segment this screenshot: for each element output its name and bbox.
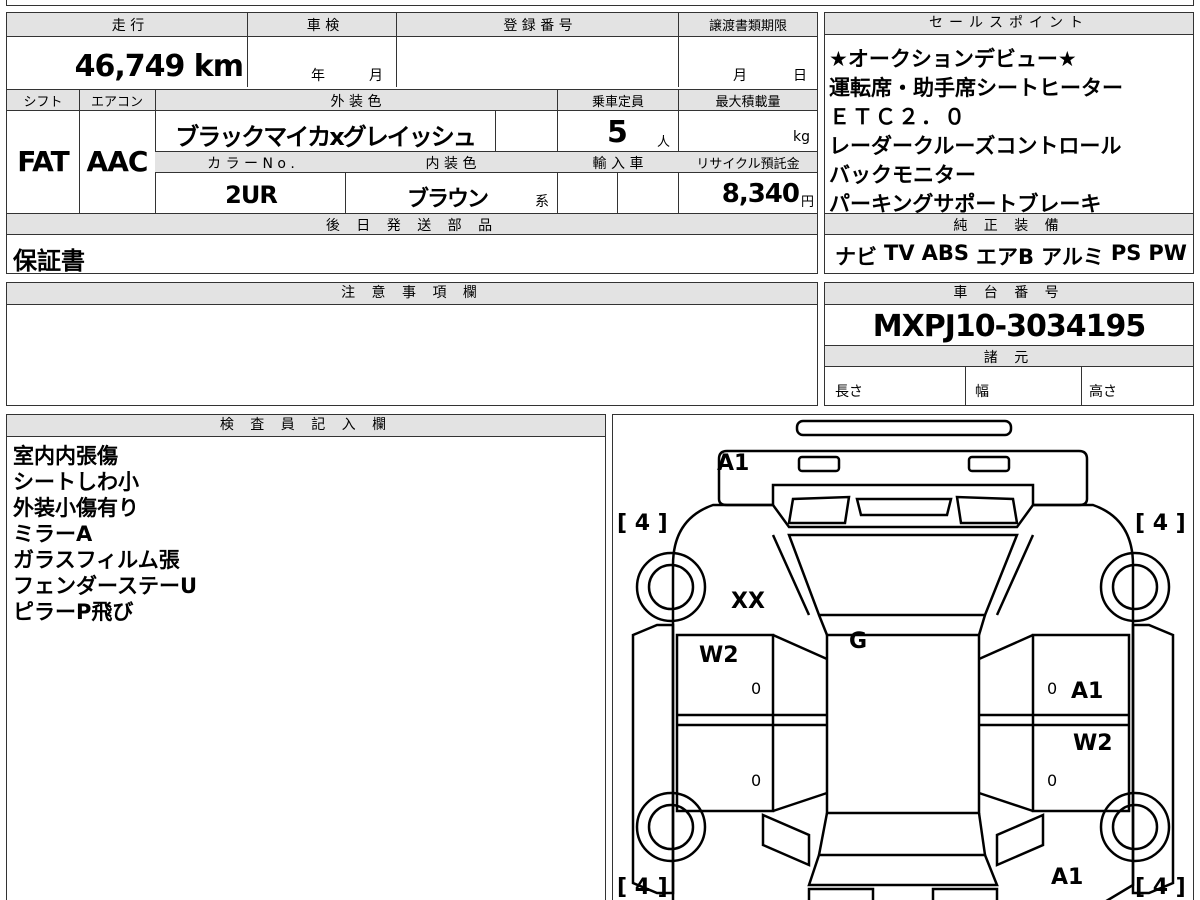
damage-mark-zero: 0	[1047, 771, 1058, 790]
max-load-unit: kg	[793, 129, 810, 145]
tire-mark-front-left: [ 4 ]	[617, 511, 668, 536]
later-parts-label: 後 日 発 送 部 品	[325, 218, 499, 234]
mileage-label: 走 行	[111, 18, 145, 34]
sales-points-label: セールスポイント	[825, 13, 1193, 35]
later-parts-value: 保証書	[13, 247, 85, 275]
damage-mark-bottom-a1: A1	[1051, 865, 1084, 890]
damage-mark-zero: 0	[1047, 679, 1058, 698]
inspector-notes: 室内内張傷 シートしわ小 外装小傷有り ミラーA ガラスフィルム張 フェンダース…	[13, 443, 197, 625]
recycle-label: リサイクル預託金	[696, 157, 800, 172]
chassis-number: MXPJ10-3034195	[872, 309, 1146, 344]
capacity-label: 乗車定員	[591, 95, 644, 110]
width-label: 幅	[975, 384, 989, 400]
transfer-deadline-label: 譲渡書類期限	[708, 19, 787, 34]
damage-mark-left-w2: W2	[699, 643, 739, 668]
color-no-value: 2UR	[225, 181, 278, 209]
specs-label: 諸 元	[983, 350, 1035, 366]
inspection-year: 年	[311, 68, 325, 84]
notes-panel: 注 意 事 項 欄	[6, 282, 818, 406]
equipment-item: エアB	[976, 245, 1035, 269]
equipment-list: ナビ TV ABS エアB アルミ PS PW	[835, 241, 1187, 271]
inspector-label: 検 査 員 記 入 欄	[7, 415, 605, 437]
inspector-panel: 検 査 員 記 入 欄 室内内張傷 シートしわ小 外装小傷有り ミラーA ガラス…	[6, 414, 606, 900]
damage-mark-right-w2: W2	[1073, 731, 1113, 756]
height-label: 高さ	[1089, 384, 1117, 400]
capacity-unit: 人	[657, 135, 671, 150]
sales-point-item: バックモニター	[829, 163, 976, 187]
damage-mark-zero: 0	[751, 679, 762, 698]
vehicle-info-panel: 走 行 車 検 登 録 番 号 譲渡書類期限 46,749 km 年 月 月 日…	[6, 12, 818, 275]
max-load-label: 最大積載量	[715, 95, 781, 110]
inspector-line: フェンダーステーU	[13, 574, 198, 598]
tire-mark-rear-left: [ 4 ]	[617, 875, 668, 900]
inspection-label: 車 検	[306, 18, 340, 34]
inspector-line: ガラスフィルム張	[13, 548, 180, 572]
import-label: 輸 入 車	[592, 156, 644, 172]
exterior-color-label: 外 装 色	[330, 94, 382, 110]
tire-mark-front-right: [ 4 ]	[1135, 511, 1186, 536]
equipment-item: PW	[1148, 241, 1187, 265]
sales-point-item: 運転席・助手席シートヒーター	[829, 76, 1123, 100]
inspector-line: 室内内張傷	[13, 444, 118, 468]
sales-points-list: ★オークションデビュー★ 運転席・助手席シートヒーター ＥＴＣ２．０ レーダーク…	[829, 45, 1191, 219]
sales-points-panel: セールスポイント ★オークションデビュー★ 運転席・助手席シートヒーター ＥＴＣ…	[824, 12, 1194, 274]
inspector-line: ミラーA	[13, 522, 93, 546]
recycle-unit: 円	[801, 195, 815, 210]
equipment-item: アルミ	[1041, 245, 1104, 269]
interior-color-suffix: 系	[535, 194, 549, 210]
aircon-value: AAC	[86, 145, 149, 178]
transfer-month: 月	[733, 68, 747, 84]
inspector-line: シートしわ小	[13, 470, 139, 494]
equipment-item: ナビ	[835, 245, 877, 269]
sales-point-item: ＥＴＣ２．０	[829, 105, 967, 129]
aircon-label: エアコン	[90, 95, 143, 110]
chassis-panel: 車 台 番 号 MXPJ10-3034195 諸 元 長さ 幅 高さ	[824, 282, 1194, 406]
registration-label: 登 録 番 号	[503, 18, 573, 34]
tire-mark-rear-right: [ 4 ]	[1135, 875, 1186, 900]
length-label: 長さ	[835, 384, 863, 400]
interior-color-label: 内 装 色	[425, 156, 477, 172]
top-strip	[6, 0, 1194, 6]
exterior-color-value: ブラックマイカxグレイッシュ	[175, 123, 476, 151]
inspector-line: 外装小傷有り	[13, 496, 139, 520]
color-no-label: カ ラ ー N o .	[207, 156, 295, 172]
damage-mark-zero: 0	[751, 771, 762, 790]
equipment-item: ABS	[921, 241, 969, 265]
equipment-item: TV	[884, 241, 915, 265]
sales-point-item: レーダークルーズコントロール	[829, 134, 1122, 158]
mileage-value: 46,749 km	[74, 49, 244, 84]
damage-mark-top-a1: A1	[717, 451, 750, 476]
shift-value: FAT	[17, 145, 70, 178]
interior-color-value: ブラウン	[406, 187, 489, 212]
recycle-value: 8,340	[721, 179, 800, 209]
damage-mark-right-a1: A1	[1071, 679, 1104, 704]
notes-label: 注 意 事 項 欄	[7, 283, 817, 305]
equipment-item: PS	[1110, 241, 1142, 265]
damage-mark-g: G	[849, 629, 868, 654]
shift-label: シフト	[23, 95, 63, 110]
sales-point-item: ★オークションデビュー★	[829, 47, 1077, 71]
equipment-label: 純 正 装 備	[953, 218, 1065, 234]
car-diagram-panel: A1 XX G W2 0 0 0 0 A1 W2 A1 [ 4 ] [ 4 ] …	[612, 414, 1194, 900]
transfer-day: 日	[793, 68, 807, 84]
inspection-month: 月	[369, 68, 383, 84]
inspector-line: ピラーP飛び	[13, 600, 134, 624]
capacity-value: 5	[607, 115, 628, 150]
damage-mark-xx: XX	[731, 589, 765, 614]
chassis-label: 車 台 番 号	[825, 283, 1193, 305]
